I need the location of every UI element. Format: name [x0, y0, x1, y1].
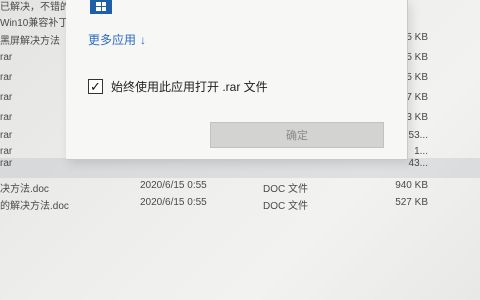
file-name: 的解决方法.doc: [0, 201, 69, 212]
file-name: rar: [0, 92, 13, 103]
file-size: 53...: [408, 130, 428, 141]
checkmark-icon: ✓: [90, 79, 101, 94]
file-date: 2020/6/15 0:55: [140, 197, 207, 208]
file-row[interactable]: 的解决方法.doc 2020/6/15 0:55 DOC 文件 527 KB: [0, 197, 480, 217]
arrow-down-icon: ↓: [140, 33, 147, 47]
file-size: 7 KB: [406, 92, 428, 103]
file-name: rar: [0, 146, 13, 157]
always-use-label: 始终使用此应用打开 .rar 文件: [111, 80, 268, 94]
file-row-selected[interactable]: rar 43...: [0, 158, 480, 178]
always-use-checkbox[interactable]: ✓: [88, 79, 103, 94]
store-app-icon[interactable]: [90, 0, 112, 14]
file-name: Win10兼容补丁: [0, 18, 69, 29]
ok-button[interactable]: 确定: [210, 122, 384, 148]
open-with-dialog: 更多应用 ↓ ✓ 始终使用此应用打开 .rar 文件 确定: [66, 0, 408, 160]
file-name: 黑屏解决方法: [0, 36, 60, 47]
file-size: 43...: [408, 158, 428, 169]
file-type: DOC 文件: [263, 201, 308, 212]
file-name: 决方法.doc: [0, 184, 49, 195]
file-date: 2020/6/15 0:55: [140, 180, 207, 191]
file-name: rar: [0, 52, 13, 63]
file-size: 5 KB: [406, 72, 428, 83]
store-logo-icon: [96, 2, 106, 11]
file-name: rar: [0, 130, 13, 141]
always-use-option[interactable]: ✓ 始终使用此应用打开 .rar 文件: [88, 78, 268, 95]
more-apps-label: 更多应用: [88, 33, 137, 47]
file-size: 5 KB: [406, 52, 428, 63]
file-size: 527 KB: [395, 197, 428, 208]
file-name: 已解决，不错的: [0, 2, 70, 13]
ok-button-label: 确定: [286, 130, 308, 142]
file-size: 940 KB: [395, 180, 428, 191]
file-size: 3 KB: [406, 112, 428, 123]
more-apps-link[interactable]: 更多应用 ↓: [88, 31, 146, 48]
file-name: rar: [0, 158, 13, 169]
file-size: 5 KB: [406, 32, 428, 43]
file-name: rar: [0, 72, 13, 83]
file-size: 1...: [414, 146, 428, 157]
file-type: DOC 文件: [263, 184, 308, 195]
file-name: rar: [0, 112, 13, 123]
